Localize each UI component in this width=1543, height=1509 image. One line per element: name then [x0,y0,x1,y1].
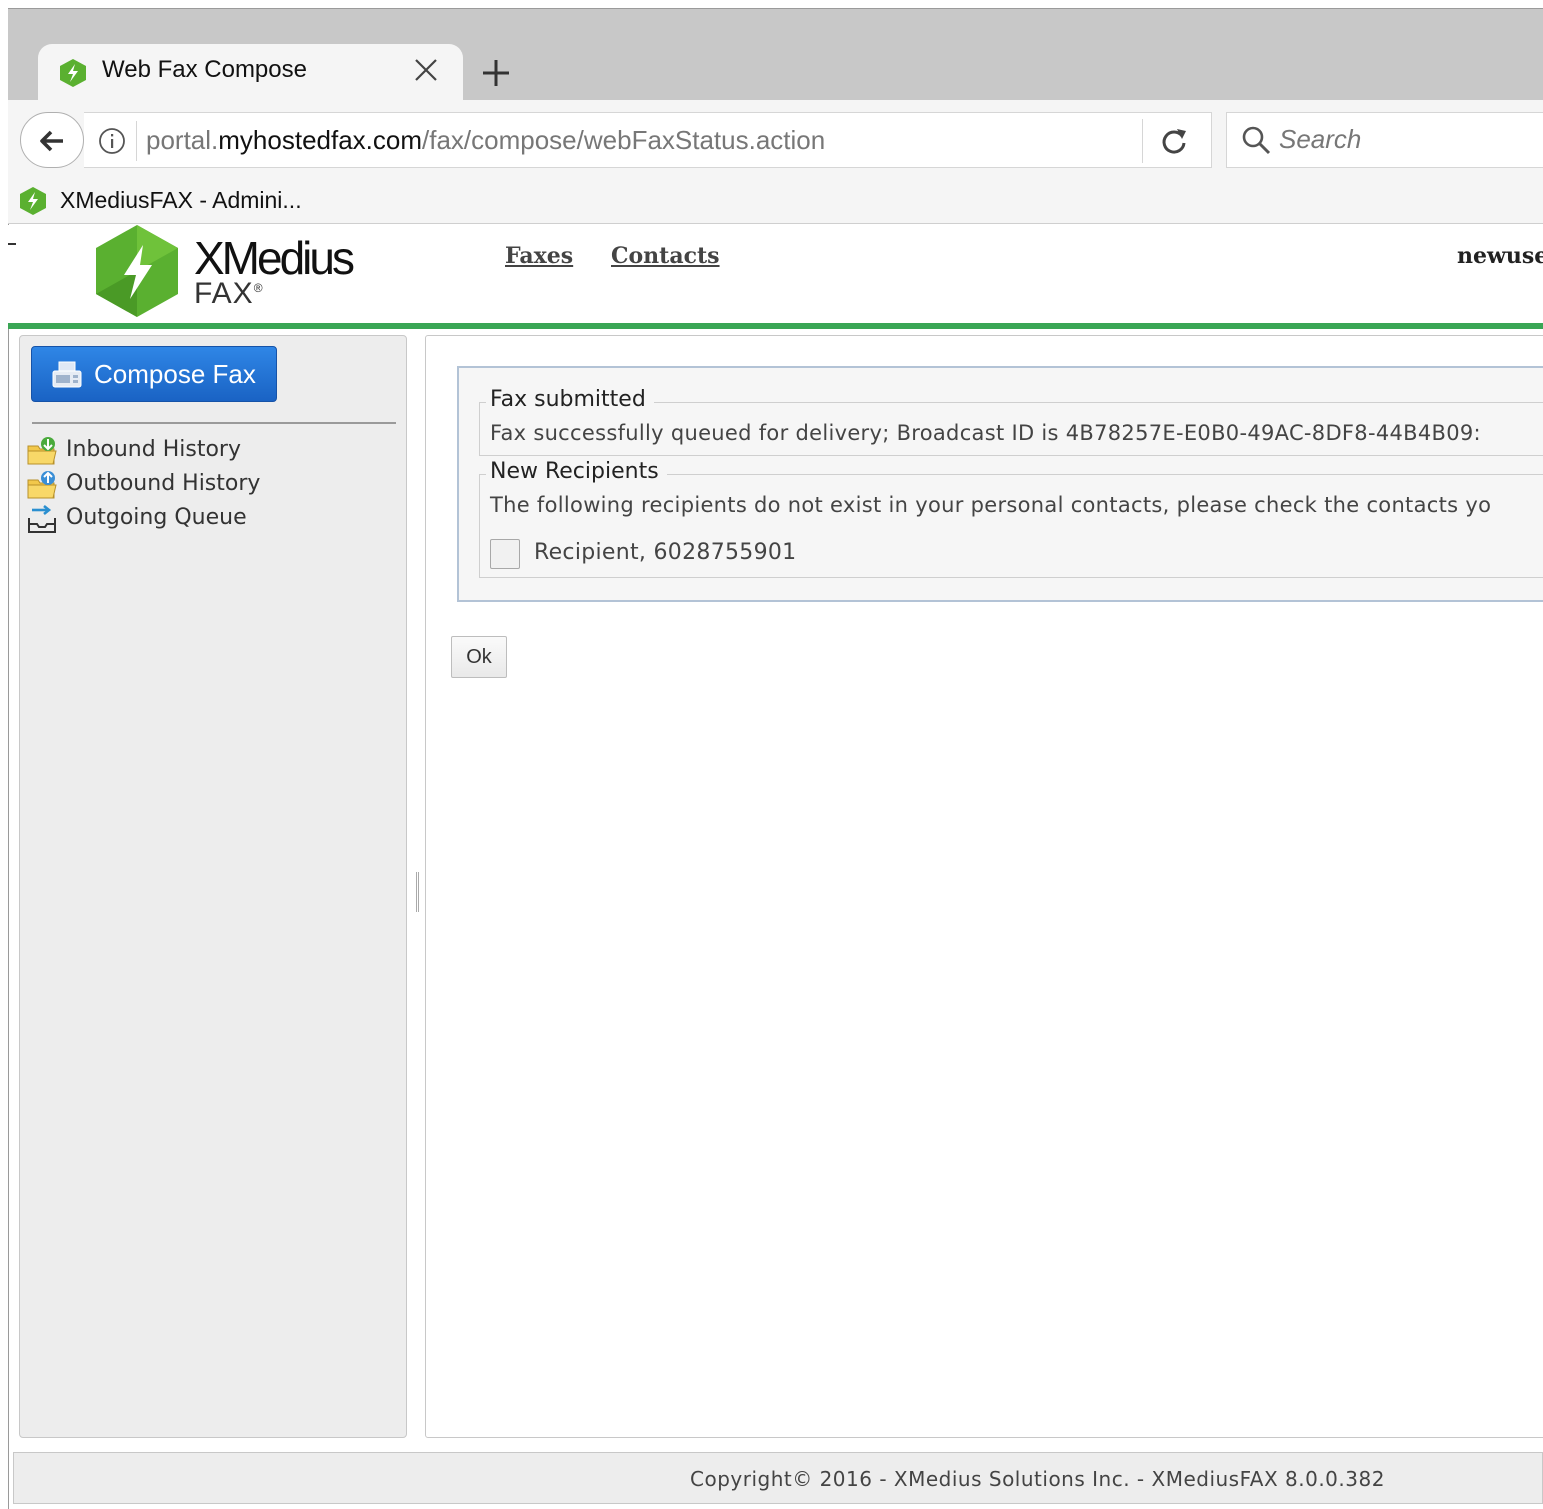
back-arrow-icon [40,130,63,152]
back-button[interactable] [20,112,84,168]
tab-title: Web Fax Compose [102,56,307,83]
url-host: myhostedfax.com [218,125,423,155]
sidebar-divider [32,422,396,424]
browser-tab[interactable]: Web Fax Compose [38,44,463,102]
sidebar-item-outgoing-queue[interactable]: Outgoing Queue [26,504,386,534]
footer: Copyright© 2016 - XMedius Solutions Inc.… [13,1452,1543,1504]
registered-mark: ® [253,281,264,295]
new-recipients-section: New Recipients The following recipients … [479,459,1543,578]
recipient-checkbox[interactable] [490,539,520,569]
info-icon[interactable] [96,125,128,157]
sidebar-item-label: Outbound History [66,471,261,496]
main-panel: Fax submitted Fax successfully queued fo… [425,335,1543,1438]
bookmarks-toolbar: XMediusFAX - Admini... [8,178,1543,224]
url-text[interactable]: portal.myhostedfax.com/fax/compose/webFa… [146,125,825,156]
navigation-bar: portal.myhostedfax.com/fax/compose/webFa… [8,100,1543,178]
compose-fax-label: Compose Fax [94,359,256,389]
bookmark-xmediusfax[interactable]: XMediusFAX - Admini... [60,187,302,214]
fax-submitted-section: Fax submitted Fax successfully queued fo… [479,387,1543,456]
inbound-folder-icon [27,437,57,465]
compose-fax-button[interactable]: Compose Fax [31,346,277,402]
fax-submitted-message: Fax successfully queued for delivery; Br… [490,421,1481,445]
sidebar-item-outbound-history[interactable]: Outbound History [26,470,386,500]
outbound-folder-icon [27,471,57,499]
search-icon [1242,126,1271,155]
recipient-label: Recipient, 6028755901 [534,540,797,565]
url-path: /fax/compose/webFaxStatus.action [422,125,826,155]
nav-faxes-link[interactable]: Faxes [505,243,573,269]
fax-status-box: Fax submitted Fax successfully queued fo… [457,366,1543,602]
fax-machine-icon [52,361,82,388]
sidebar-item-label: Outgoing Queue [66,505,247,530]
url-prefix: portal. [146,125,219,155]
close-icon[interactable] [410,54,442,86]
sidebar: Compose Fax Inbound History Outbound His… [19,335,407,1438]
xmedius-hex-icon [60,59,86,87]
new-recipients-legend: New Recipients [486,459,667,484]
url-separator [136,121,137,161]
reload-icon[interactable] [1158,125,1190,157]
new-tab-icon[interactable] [478,55,514,91]
app-header: XMedius FAX® Faxes Contacts newuse [8,225,1543,325]
new-recipients-message: The following recipients do not exist in… [490,493,1492,517]
sidebar-item-label: Inbound History [66,437,241,462]
username[interactable]: newuse [1457,243,1543,269]
sidebar-item-inbound-history[interactable]: Inbound History [26,436,386,466]
panel-splitter[interactable] [416,872,419,912]
header-divider [8,323,1543,329]
xmedius-hex-icon [20,187,46,215]
address-bar[interactable]: portal.myhostedfax.com/fax/compose/webFa… [84,112,1212,168]
logo-fax-text: FAX [194,277,254,310]
logo-fax: FAX® [194,277,264,311]
header-mark [8,243,16,245]
outgoing-queue-icon [28,504,56,533]
search-box[interactable]: Search [1226,112,1543,168]
fax-submitted-legend: Fax submitted [486,387,654,412]
copyright-text: Copyright© 2016 - XMedius Solutions Inc.… [690,1467,1385,1491]
search-placeholder: Search [1279,124,1362,154]
xmedius-logo-icon [96,225,178,317]
nav-contacts-link[interactable]: Contacts [611,243,720,269]
reload-separator [1142,119,1143,163]
ok-button[interactable]: Ok [451,636,507,678]
